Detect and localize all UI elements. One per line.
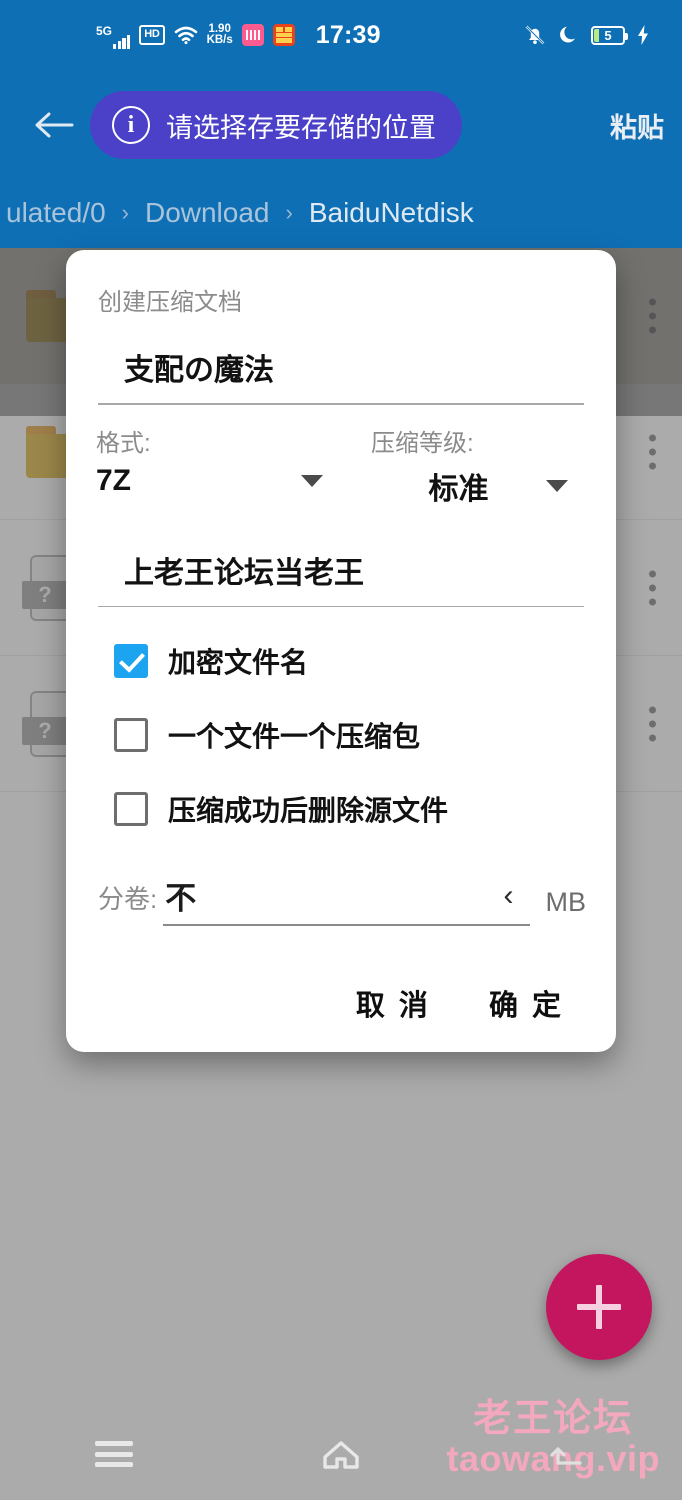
info-icon: i	[112, 106, 150, 144]
hd-icon: HD	[139, 25, 165, 45]
info-banner[interactable]: i 请选择存要存储的位置	[90, 91, 462, 159]
info-banner-text: 请选择存要存储的位置	[166, 112, 436, 143]
format-value: 7Z	[96, 463, 132, 497]
action-bar: i 请选择存要存储的位置 粘贴	[0, 70, 682, 180]
signal-bars-icon: 5G	[96, 21, 131, 49]
checkbox-row-one-archive-per-file[interactable]: 一个文件一个压缩包	[114, 715, 586, 755]
checkbox-row-encrypt-filenames[interactable]: 加密文件名	[114, 641, 586, 681]
paste-button[interactable]: 粘贴	[610, 106, 664, 145]
level-group: 压缩等级: 标准	[341, 423, 586, 508]
format-select[interactable]: 7Z	[96, 464, 341, 498]
orange-app-icon	[272, 24, 295, 46]
split-volume-input[interactable]: 不 ‹	[163, 873, 530, 926]
network-speed: 1.90 KB/s	[206, 23, 233, 47]
split-volume-value: 不	[165, 881, 197, 916]
recents-button[interactable]	[64, 1424, 164, 1484]
level-select[interactable]: 标准	[371, 464, 586, 508]
breadcrumb-separator: ›	[121, 200, 129, 225]
password-input[interactable]: 上老王论坛当老王	[96, 548, 586, 606]
split-volume-row: 分卷: 不 ‹ MB	[98, 873, 586, 926]
chevron-left-icon[interactable]: ‹	[504, 880, 514, 911]
checkbox-label: 压缩成功后删除源文件	[168, 795, 449, 826]
divider	[98, 403, 584, 405]
breadcrumb-separator: ›	[285, 200, 293, 225]
divider	[98, 605, 584, 607]
format-and-level-row: 格式: 7Z 压缩等级: 标准	[96, 423, 586, 508]
bell-muted-icon	[525, 25, 545, 45]
breadcrumb-item-0[interactable]: ulated/0	[6, 197, 106, 229]
arrow-left-icon	[35, 112, 74, 138]
network-type-label: 5G	[96, 24, 113, 38]
checkbox-row-delete-source[interactable]: 压缩成功后删除源文件	[114, 789, 586, 829]
charging-bolt-icon	[638, 25, 648, 45]
battery-icon: 5	[591, 25, 628, 45]
dialog-title: 创建压缩文档	[98, 289, 242, 316]
cancel-button[interactable]: 取 消	[356, 982, 431, 1024]
level-label: 压缩等级:	[371, 429, 474, 457]
create-archive-dialog: 创建压缩文档 支配の魔法 格式: 7Z 压缩等级: 标准 上老王论坛当老王 加密…	[66, 250, 616, 1052]
back-button[interactable]	[518, 1424, 618, 1484]
plus-icon	[577, 1285, 621, 1329]
chevron-down-icon	[546, 479, 568, 492]
status-bar: 5G HD 1.90 KB/s 17:39 5	[0, 0, 682, 70]
checkbox-label: 加密文件名	[168, 647, 309, 678]
confirm-button[interactable]: 确 定	[489, 982, 564, 1024]
add-button[interactable]	[546, 1254, 652, 1360]
back-icon	[550, 1447, 582, 1465]
level-value: 标准	[428, 472, 489, 506]
phone-screen: ? ? 老王论坛 taowang.vip	[0, 0, 682, 1500]
battery-level: 5	[604, 27, 612, 43]
back-arrow-button[interactable]	[18, 70, 90, 180]
dialog-actions: 取 消 确 定	[96, 982, 586, 1030]
checkbox-unchecked-icon[interactable]	[114, 718, 148, 752]
checkbox-label: 一个文件一个压缩包	[168, 721, 421, 752]
checkbox-checked-icon[interactable]	[114, 644, 148, 678]
format-label: 格式:	[96, 429, 151, 457]
status-clock: 17:39	[315, 20, 381, 49]
network-speed-unit: KB/s	[206, 34, 233, 46]
recents-icon	[94, 1441, 133, 1467]
format-group: 格式: 7Z	[96, 423, 341, 508]
wifi-icon	[174, 26, 197, 45]
bilibili-app-icon	[241, 24, 264, 46]
split-volume-label: 分卷:	[98, 884, 158, 914]
chevron-down-icon	[301, 474, 323, 487]
home-button[interactable]	[291, 1424, 391, 1484]
system-navigation-bar[interactable]	[0, 1408, 682, 1500]
home-icon	[323, 1441, 359, 1469]
breadcrumb-item-2[interactable]: BaiduNetdisk	[309, 197, 474, 229]
archive-name-input[interactable]: 支配の魔法	[96, 345, 586, 403]
breadcrumb[interactable]: ulated/0 › Download › BaiduNetdisk	[0, 180, 682, 246]
breadcrumb-item-1[interactable]: Download	[145, 197, 270, 229]
checkbox-unchecked-icon[interactable]	[114, 792, 148, 826]
split-volume-unit: MB	[545, 887, 587, 917]
do-not-disturb-moon-icon	[560, 26, 575, 43]
